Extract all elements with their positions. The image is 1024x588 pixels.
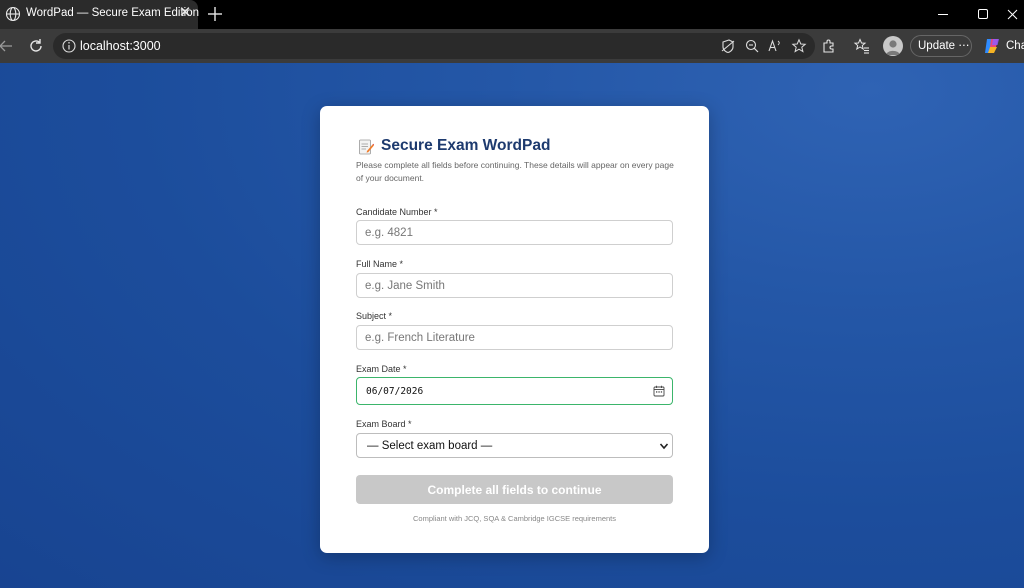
full-name-label: Full Name * — [356, 259, 404, 269]
form-title: Secure Exam WordPad — [381, 137, 551, 154]
subject-label: Subject * — [356, 311, 393, 321]
browser-toolbar: localhost:3000 Update ⋯ Cha — [0, 29, 1024, 63]
new-tab-plus-icon[interactable] — [204, 3, 226, 25]
info-icon[interactable] — [61, 38, 77, 54]
update-button[interactable]: Update ⋯ — [910, 35, 972, 57]
exam-board-selected: — Select exam board — — [367, 440, 493, 452]
refresh-icon[interactable] — [27, 37, 45, 55]
candidate-number-input[interactable] — [356, 220, 673, 245]
continue-button[interactable]: Complete all fields to continue — [356, 475, 673, 504]
subject-input[interactable] — [356, 325, 673, 350]
exam-board-select[interactable]: — Select exam board — — [356, 433, 673, 458]
maximize-icon[interactable] — [962, 0, 1004, 29]
browser-tab[interactable]: WordPad — Secure Exam Edition ✕ — [0, 0, 200, 29]
browser-title-bar: WordPad — Secure Exam Edition ✕ — [0, 0, 1024, 29]
candidate-number-label: Candidate Number * — [356, 207, 438, 217]
copilot-chat-label[interactable]: Cha — [1006, 40, 1024, 52]
exam-details-card: Secure Exam WordPad Please complete all … — [320, 106, 709, 553]
read-aloud-icon[interactable] — [767, 38, 783, 54]
minimize-icon[interactable] — [922, 0, 964, 29]
star-icon[interactable] — [791, 38, 807, 54]
tab-close-icon[interactable]: ✕ — [177, 5, 193, 21]
extensions-icon[interactable] — [820, 37, 838, 55]
url-text: localhost:3000 — [80, 39, 161, 53]
globe-icon — [5, 6, 21, 22]
profile-avatar[interactable] — [883, 36, 903, 56]
person-icon — [886, 40, 900, 55]
calendar-icon[interactable] — [653, 385, 665, 397]
update-label: Update — [918, 40, 956, 52]
exam-board-label: Exam Board * — [356, 419, 412, 429]
address-bar[interactable]: localhost:3000 — [53, 33, 815, 59]
exam-date-value: 06/07/2026 — [366, 386, 424, 397]
full-name-input[interactable] — [356, 273, 673, 298]
chevron-down-icon — [659, 443, 669, 450]
favorites-icon[interactable] — [853, 37, 871, 55]
exam-date-label: Exam Date * — [356, 364, 407, 374]
tab-title: WordPad — Secure Exam Edition — [26, 7, 200, 19]
zoom-out-icon[interactable] — [744, 38, 760, 54]
window-close-icon[interactable] — [1004, 0, 1024, 29]
tracking-prevention-icon[interactable] — [720, 38, 736, 54]
exam-date-input[interactable]: 06/07/2026 — [356, 377, 673, 405]
copilot-icon[interactable] — [982, 36, 1002, 56]
form-description: Please complete all fields before contin… — [356, 160, 674, 183]
back-icon[interactable] — [0, 37, 16, 55]
compliance-note: Compliant with JCQ, SQA & Cambridge IGCS… — [413, 514, 616, 523]
memo-icon — [359, 139, 374, 155]
page-viewport: Secure Exam WordPad Please complete all … — [0, 63, 1024, 588]
more-icon: ⋯ — [958, 40, 970, 52]
